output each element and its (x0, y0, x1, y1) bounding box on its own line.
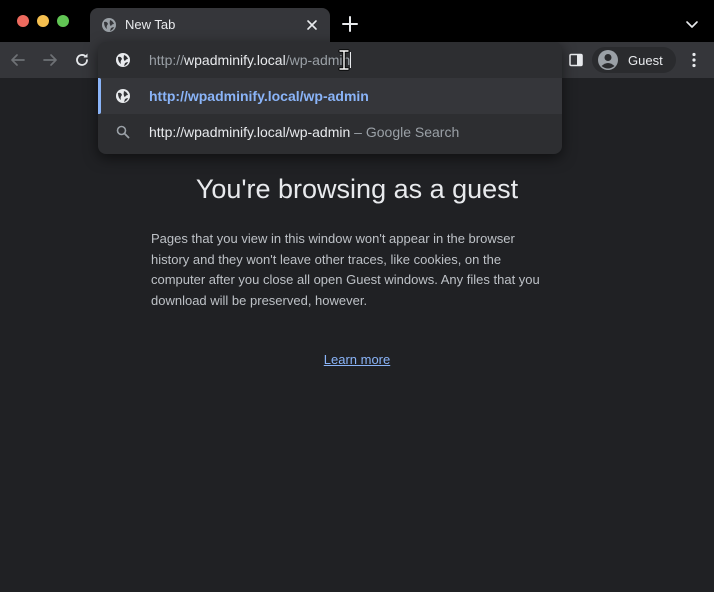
browser-window: New Tab Guest http://wpadminify.local/wp… (0, 0, 714, 592)
learn-more-link[interactable]: Learn more (324, 352, 390, 367)
tab-new-tab[interactable]: New Tab (90, 8, 330, 42)
omnibox-dropdown: http://wpadminify.local/wp-admin http://… (98, 42, 562, 154)
suggestion-url[interactable]: http://wpadminify.local/wp-admin (98, 78, 562, 114)
guest-description: Pages that you view in this window won't… (151, 231, 540, 308)
profile-label: Guest (628, 53, 663, 68)
tab-title: New Tab (125, 17, 176, 32)
learn-more-row: Learn more (0, 352, 714, 367)
back-arrow-icon[interactable] (8, 50, 28, 70)
address-bar[interactable]: http://wpadminify.local/wp-admin (98, 42, 562, 78)
new-tab-button[interactable] (340, 14, 360, 34)
close-window-button[interactable] (17, 15, 29, 27)
url-scheme: http:// (149, 52, 185, 68)
maximize-window-button[interactable] (57, 15, 69, 27)
address-text[interactable]: http://wpadminify.local/wp-admin (149, 52, 352, 68)
minimize-window-button[interactable] (37, 15, 49, 27)
suggestion-search[interactable]: http://wpadminify.local/wp-admin – Googl… (98, 114, 562, 150)
side-panel-icon[interactable] (568, 52, 584, 68)
suggestion-text: http://wpadminify.local/wp-admin (149, 88, 369, 104)
page-title: You're browsing as a guest (195, 174, 519, 204)
close-icon[interactable] (303, 16, 321, 34)
suggestion-text: http://wpadminify.local/wp-admin – Googl… (149, 124, 459, 140)
search-icon (116, 125, 130, 139)
avatar (598, 50, 618, 70)
text-cursor-icon (338, 49, 350, 71)
more-menu-icon[interactable] (685, 51, 703, 69)
globe-icon (116, 53, 130, 67)
forward-arrow-icon[interactable] (40, 50, 60, 70)
suggestion-description: Google Search (365, 124, 460, 140)
suggestion-separator: – (350, 124, 366, 140)
globe-icon (116, 89, 130, 103)
reload-icon[interactable] (72, 50, 92, 70)
globe-icon (102, 18, 116, 32)
profile-button[interactable]: Guest (592, 47, 676, 73)
suggestion-query: http://wpadminify.local/wp-admin (149, 124, 351, 140)
chevron-down-icon[interactable] (684, 16, 700, 32)
url-host: wpadminify.local (184, 52, 286, 68)
tab-strip: New Tab (0, 0, 714, 42)
